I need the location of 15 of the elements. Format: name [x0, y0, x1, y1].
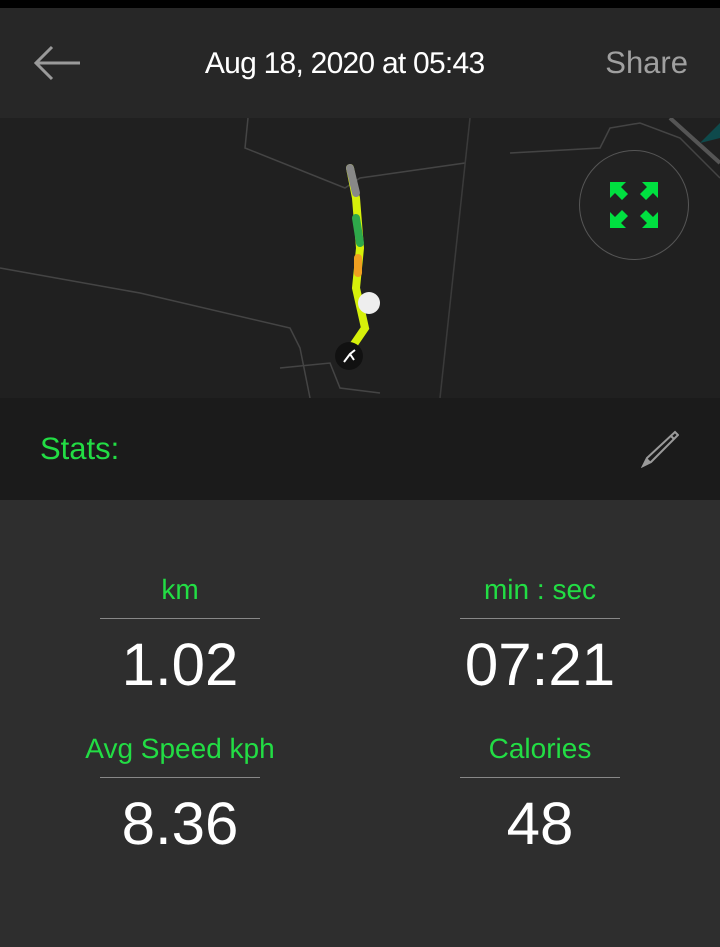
stat-label: Avg Speed kph	[85, 732, 275, 766]
share-link[interactable]: Share	[605, 40, 688, 86]
header-title: Aug 18, 2020 at 05:43	[204, 46, 484, 82]
expand-icon	[610, 182, 658, 228]
back-arrow-icon	[32, 45, 82, 81]
stat-value: 8.36	[122, 789, 238, 859]
stat-label: Calories	[488, 732, 592, 766]
pencil-icon	[641, 430, 679, 468]
stat-value: 1.02	[122, 630, 238, 700]
stats-label: Stats:	[40, 430, 120, 468]
stat-value: 48	[506, 789, 574, 859]
stat-label: km	[161, 573, 199, 607]
edit-button[interactable]	[640, 429, 680, 469]
stat-value: 07:21	[464, 630, 616, 700]
stat-label: min : sec	[484, 573, 596, 607]
